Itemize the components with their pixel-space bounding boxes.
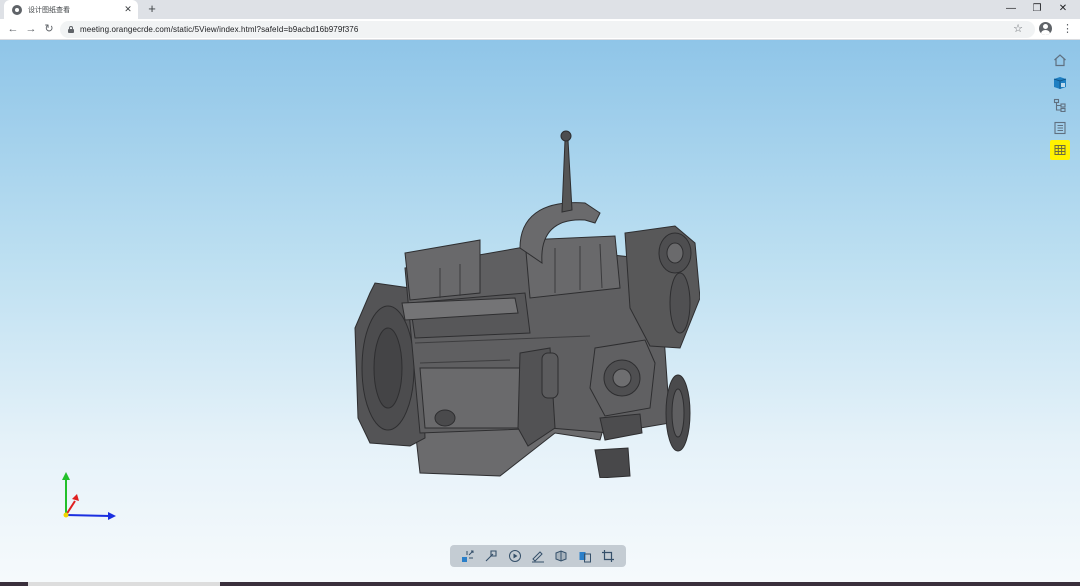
tab-title: 设计图纸查看	[28, 6, 70, 14]
new-tab-button[interactable]: +	[144, 1, 160, 17]
model-tree-icon	[1053, 98, 1066, 112]
z-axis-arrow	[72, 494, 79, 501]
section-cube-icon	[555, 550, 567, 562]
material-button[interactable]	[577, 548, 593, 564]
measure-icon	[485, 550, 497, 562]
back-button[interactable]: ←	[6, 22, 20, 36]
crop-button[interactable]	[600, 548, 616, 564]
material-icon	[579, 552, 591, 563]
play-button[interactable]	[507, 548, 523, 564]
home-icon	[1054, 54, 1066, 67]
bottom-toolbar	[450, 545, 626, 567]
markup-pen-button[interactable]	[530, 548, 546, 564]
explode-icon	[461, 550, 474, 562]
close-tab-icon[interactable]: ✕	[122, 4, 134, 15]
reload-button[interactable]: ↻	[42, 22, 56, 36]
browser-tab[interactable]: 设计图纸查看 ✕	[4, 0, 138, 19]
minimize-button[interactable]: —	[997, 0, 1025, 19]
bookmark-star-icon[interactable]: ☆	[1013, 23, 1023, 36]
crop-icon	[602, 550, 615, 562]
lock-icon	[68, 26, 74, 33]
x-axis-line	[65, 514, 111, 517]
globe-icon	[12, 4, 22, 15]
forward-button[interactable]: →	[24, 22, 38, 36]
url-text: meeting.orangecrde.com/static/5View/inde…	[80, 25, 359, 34]
properties-list-icon	[1054, 121, 1066, 134]
model-viewport[interactable]	[0, 40, 1080, 582]
home-button[interactable]	[1050, 50, 1070, 70]
right-toolbar	[1050, 50, 1070, 163]
x-axis-arrow	[108, 512, 116, 520]
profile-avatar-icon[interactable]	[1039, 22, 1052, 35]
browser-menu-icon[interactable]: ⋮	[1062, 23, 1073, 35]
taskbar-strip	[0, 582, 1080, 586]
axis-triad	[62, 472, 116, 520]
address-bar[interactable]: meeting.orangecrde.com/static/5View/inde…	[60, 21, 1035, 38]
grid-panel-button[interactable]	[1050, 140, 1070, 160]
properties-list-button[interactable]	[1050, 118, 1070, 138]
explode-button[interactable]	[460, 548, 476, 564]
restore-button[interactable]: ❐	[1023, 0, 1051, 19]
view-cube-button[interactable]	[1050, 73, 1070, 93]
section-cube-button[interactable]	[553, 548, 569, 564]
grid-panel-icon	[1054, 145, 1066, 155]
model-tree-button[interactable]	[1050, 95, 1070, 115]
play-icon	[508, 550, 521, 562]
markup-pen-icon	[531, 551, 544, 563]
browser-toolbar: ← → ↻ meeting.orangecrde.com/static/5Vie…	[0, 19, 1080, 40]
view-cube-icon	[1053, 76, 1067, 89]
tab-strip: 设计图纸查看 ✕ + — ❐ ✕	[0, 0, 1080, 19]
axis-origin	[63, 512, 69, 518]
window-close-button[interactable]: ✕	[1049, 0, 1077, 19]
y-axis-arrow	[62, 472, 70, 480]
measure-button[interactable]	[483, 548, 499, 564]
engine-3d-model[interactable]	[350, 128, 700, 478]
